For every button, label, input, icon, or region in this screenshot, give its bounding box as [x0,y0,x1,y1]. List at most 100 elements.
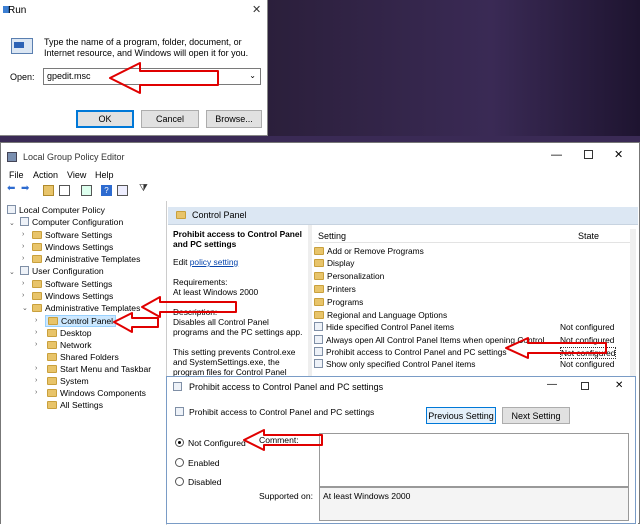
tree-item-all-settings[interactable]: All Settings [47,400,103,410]
folder-icon [47,353,57,361]
list-item-folder[interactable]: Personalization [314,271,634,283]
policy-setting-icon [314,335,323,344]
tree-item-cc-administrative-templates[interactable]: Administrative Templates [32,254,140,264]
list-item-folder[interactable]: Programs [314,297,634,309]
tree-item-cc-windows-settings[interactable]: Windows Settings [32,242,113,252]
desc-description-label: Description: [173,307,218,317]
desc-edit-line: Edit policy setting [173,257,305,267]
policy-setting-icon [314,322,323,331]
list-item-folder[interactable]: Regional and Language Options [314,310,634,322]
maximize-icon[interactable] [584,150,593,159]
close-icon[interactable]: ✕ [252,3,261,16]
tree-item-network[interactable]: Network [47,340,92,350]
chevron-down-icon[interactable]: ⌄ [249,69,256,83]
list-item-policy[interactable]: Always open All Control Panel Items when… [314,335,634,347]
edit-policy-link[interactable]: policy setting [190,257,238,267]
up-folder-icon[interactable] [43,185,54,196]
tree-item-local-computer-policy[interactable]: Local Computer Policy [7,205,105,215]
folder-icon [314,259,324,267]
chevron-right-icon[interactable]: › [35,365,37,372]
menu-help[interactable]: Help [95,170,114,180]
tree-item-control-panel[interactable]: Control Panel [45,315,117,327]
tree-item-user-configuration[interactable]: User Configuration [20,266,104,276]
radio-not-configured[interactable]: Not Configured [175,438,246,448]
open-label: Open: [10,72,35,82]
folder-icon [47,329,57,337]
run-title: Run [8,5,27,16]
chevron-right-icon[interactable]: › [22,255,24,262]
list-item-policy[interactable]: Show only specified Control Panel items N… [314,359,634,371]
maximize-icon[interactable] [581,382,589,390]
folder-icon [176,211,186,219]
policy-description: Prohibit access to Control Panel and PC … [173,229,305,377]
list-item-folder[interactable]: Printers [314,284,634,296]
tree-item-uc-software-settings[interactable]: Software Settings [32,279,112,289]
close-icon[interactable]: ✕ [615,380,623,391]
tree-item-computer-configuration[interactable]: Computer Configuration [20,217,123,227]
menu-file[interactable]: File [9,170,24,180]
minimize-icon[interactable]: — [551,149,562,161]
column-setting[interactable]: Setting [318,231,346,241]
ok-button[interactable]: OK [76,110,134,128]
pane-header-title: Control Panel [192,210,247,220]
tree-item-desktop[interactable]: Desktop [47,328,92,338]
radio-disabled[interactable]: Disabled [175,477,221,487]
properties-icon[interactable] [117,185,128,196]
back-icon[interactable]: ⬅ [7,183,18,194]
run-description: Type the name of a program, folder, docu… [44,37,249,58]
menu-action[interactable]: Action [33,170,58,180]
chevron-right-icon[interactable]: › [22,231,24,238]
next-setting-button[interactable]: Next Setting [502,407,570,424]
folder-icon [314,285,324,293]
policy-setting-dialog: Prohibit access to Control Panel and PC … [166,376,636,524]
comment-textarea[interactable] [319,433,629,487]
tree-item-start-menu[interactable]: Start Menu and Taskbar [47,364,151,374]
chevron-down-icon[interactable]: ⌄ [22,304,28,312]
supported-on-value: At least Windows 2000 [323,491,411,501]
list-item-policy-selected[interactable]: Prohibit access to Control Panel and PC … [314,347,634,359]
chevron-right-icon[interactable]: › [22,280,24,287]
chevron-down-icon[interactable]: ⌄ [9,268,15,276]
tree-item-uc-windows-settings[interactable]: Windows Settings [32,291,113,301]
tree-item-shared-folders[interactable]: Shared Folders [47,352,119,362]
export-list-icon[interactable] [81,185,92,196]
vertical-scrollbar[interactable] [630,229,636,389]
column-state[interactable]: State [578,231,599,241]
tree-item-system[interactable]: System [47,376,89,386]
close-icon[interactable]: ✕ [614,148,623,161]
browse-button[interactable]: Browse... [206,110,262,128]
tree-item-uc-administrative-templates[interactable]: Administrative Templates [32,303,140,313]
list-item-folder[interactable]: Display [314,258,634,270]
chevron-right-icon[interactable]: › [35,377,37,384]
tree-item-windows-components[interactable]: Windows Components [47,388,146,398]
chevron-right-icon[interactable]: › [35,341,37,348]
chevron-right-icon[interactable]: › [35,329,37,336]
list-item-folder[interactable]: Add or Remove Programs [314,246,634,258]
forward-icon[interactable]: ➡ [21,183,32,194]
chevron-down-icon[interactable]: ⌄ [9,219,15,227]
show-hide-tree-icon[interactable] [59,185,70,196]
policy-setting-icon [314,347,323,356]
cancel-button[interactable]: Cancel [141,110,199,128]
previous-setting-button[interactable]: Previous Setting [426,407,496,424]
chevron-right-icon[interactable]: › [22,243,24,250]
folder-icon [47,377,57,385]
chevron-right-icon[interactable]: › [35,317,37,324]
filter-icon[interactable]: ⧩ [139,183,150,194]
folder-icon [47,365,57,373]
tree-item-cc-software-settings[interactable]: Software Settings [32,230,112,240]
folder-icon [32,280,42,288]
gpe-app-icon [7,152,17,162]
list-item-policy[interactable]: Hide specified Control Panel items Not co… [314,322,634,334]
menu-view[interactable]: View [67,170,86,180]
radio-icon [175,477,184,486]
policy-setting-icon [314,359,323,368]
chevron-right-icon[interactable]: › [35,389,37,396]
radio-enabled[interactable]: Enabled [175,458,220,468]
folder-icon [314,247,324,255]
help-icon[interactable]: ? [101,185,112,196]
open-combobox[interactable]: gpedit.msc ⌄ [43,68,261,85]
desc-text-1: Disables all Control Panel programs and … [173,317,303,337]
chevron-right-icon[interactable]: › [22,292,24,299]
minimize-icon[interactable]: — [547,379,557,390]
